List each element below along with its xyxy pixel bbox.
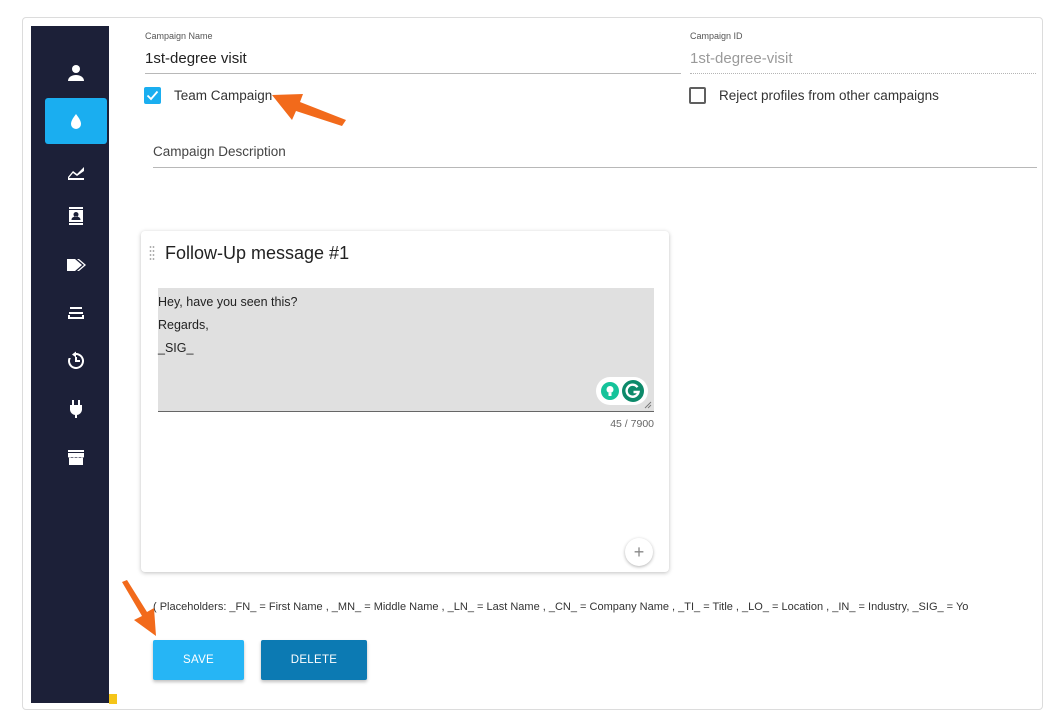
campaign-id-underline: [690, 73, 1036, 74]
lightbulb-icon[interactable]: [600, 381, 620, 401]
team-campaign-checkbox[interactable]: [144, 87, 161, 104]
message-line: Hey, have you seen this?: [158, 295, 298, 309]
plus-icon: +: [633, 541, 645, 562]
campaign-name-label: Campaign Name: [145, 31, 213, 41]
team-campaign-label: Team Campaign: [174, 88, 273, 103]
history-icon: [68, 351, 85, 369]
grammarly-icon[interactable]: [621, 379, 645, 403]
message-line: _SIG_: [158, 341, 194, 355]
sidebar-item-lists[interactable]: [45, 290, 107, 336]
save-button[interactable]: SAVE: [153, 640, 244, 680]
sidebar-item-campaigns[interactable]: [45, 98, 107, 144]
sidebar-item-integrations[interactable]: [45, 386, 107, 432]
drag-handle-icon[interactable]: [149, 245, 155, 263]
campaign-description-underline: [153, 167, 1037, 168]
followup-title: Follow-Up message #1: [165, 243, 350, 263]
campaign-name-input[interactable]: 1st-degree visit: [145, 50, 247, 67]
checkmark-icon: [146, 90, 159, 101]
plug-icon: [70, 400, 82, 418]
sidebar-item-analytics[interactable]: [45, 148, 107, 194]
resize-grip-icon[interactable]: [644, 401, 652, 409]
campaign-description-input[interactable]: Campaign Description: [153, 144, 286, 159]
character-count: 45 / 7900: [610, 418, 654, 430]
list-icon: [68, 307, 84, 319]
sidebar-item-marketplace[interactable]: [45, 434, 107, 480]
message-textarea[interactable]: Hey, have you seen this? Regards, _SIG_: [158, 288, 654, 412]
add-message-button[interactable]: +: [625, 538, 653, 566]
contact-card-icon: [69, 207, 83, 225]
sidebar-item-tags[interactable]: [45, 242, 107, 288]
sidebar-item-contacts[interactable]: [45, 193, 107, 239]
droplet-icon: [71, 114, 81, 129]
followup-message-card: Follow-Up message #1 Hey, have you seen …: [141, 231, 669, 572]
placeholders-help-text: ( Placeholders: _FN_ = First Name , _MN_…: [153, 601, 969, 613]
campaign-id-input: 1st-degree-visit: [690, 50, 793, 67]
chart-area-icon: [68, 167, 84, 180]
reject-profiles-label: Reject profiles from other campaigns: [719, 88, 939, 103]
reject-profiles-checkbox[interactable]: [689, 87, 706, 104]
annotation-arrow-icon: [272, 94, 346, 126]
campaign-id-label: Campaign ID: [690, 31, 743, 41]
app-frame: Campaign Name 1st-degree visit Campaign …: [22, 17, 1043, 710]
storefront-icon: [68, 450, 84, 465]
tags-icon: [67, 259, 86, 271]
person-icon: [68, 65, 84, 81]
annotation-arrow-icon: [122, 580, 156, 636]
grammarly-widget[interactable]: [596, 377, 648, 405]
message-line: Regards,: [158, 318, 209, 332]
sidebar-accent-notch: [109, 694, 117, 704]
sidebar-item-profile[interactable]: [45, 50, 107, 96]
campaign-name-underline: [145, 73, 681, 74]
sidebar-item-history[interactable]: [45, 338, 107, 384]
delete-button[interactable]: DELETE: [261, 640, 367, 680]
campaign-editor: Campaign Name 1st-degree visit Campaign …: [123, 18, 1042, 709]
sidebar: [31, 26, 109, 703]
